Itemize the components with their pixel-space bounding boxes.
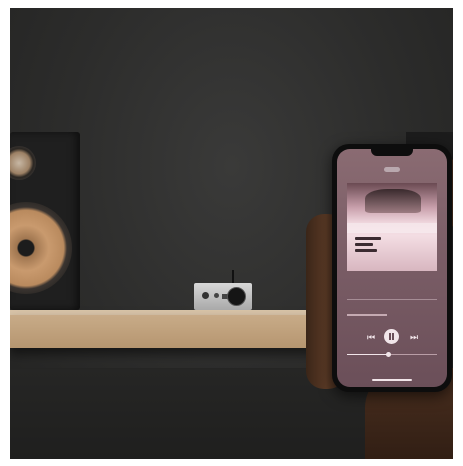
wooden-shelf bbox=[10, 315, 330, 348]
headphone-port bbox=[202, 292, 209, 299]
album-art-text-line bbox=[355, 237, 381, 240]
phone-notch bbox=[371, 149, 413, 156]
volume-slider-fill bbox=[347, 354, 388, 355]
playback-controls: ⏮ ⏭ bbox=[367, 329, 419, 345]
bookshelf-speaker bbox=[10, 132, 80, 310]
amplifier-unit bbox=[194, 283, 252, 310]
previous-track-icon[interactable]: ⏮ bbox=[367, 332, 375, 343]
album-art-text-line bbox=[355, 243, 373, 246]
album-art-text-line bbox=[355, 249, 377, 252]
album-art bbox=[347, 183, 437, 271]
speaker-woofer bbox=[10, 202, 72, 294]
app-logo-icon bbox=[384, 167, 400, 172]
speaker-tweeter bbox=[10, 146, 36, 180]
music-player-screen: ⏮ ⏭ bbox=[337, 149, 447, 387]
antenna bbox=[232, 270, 234, 284]
smartphone: ⏮ ⏭ bbox=[332, 144, 452, 392]
next-track-icon[interactable]: ⏭ bbox=[410, 332, 418, 343]
playback-progress-bar[interactable] bbox=[347, 299, 437, 300]
home-indicator[interactable] bbox=[372, 379, 412, 381]
album-art-band bbox=[347, 223, 437, 233]
product-photo: ⏮ ⏭ bbox=[10, 8, 453, 459]
input-port bbox=[214, 293, 219, 298]
album-art-portrait bbox=[365, 189, 421, 213]
volume-slider-handle[interactable] bbox=[385, 352, 391, 357]
pause-button[interactable] bbox=[384, 329, 399, 344]
volume-knob bbox=[227, 287, 246, 306]
track-artist bbox=[347, 314, 387, 316]
